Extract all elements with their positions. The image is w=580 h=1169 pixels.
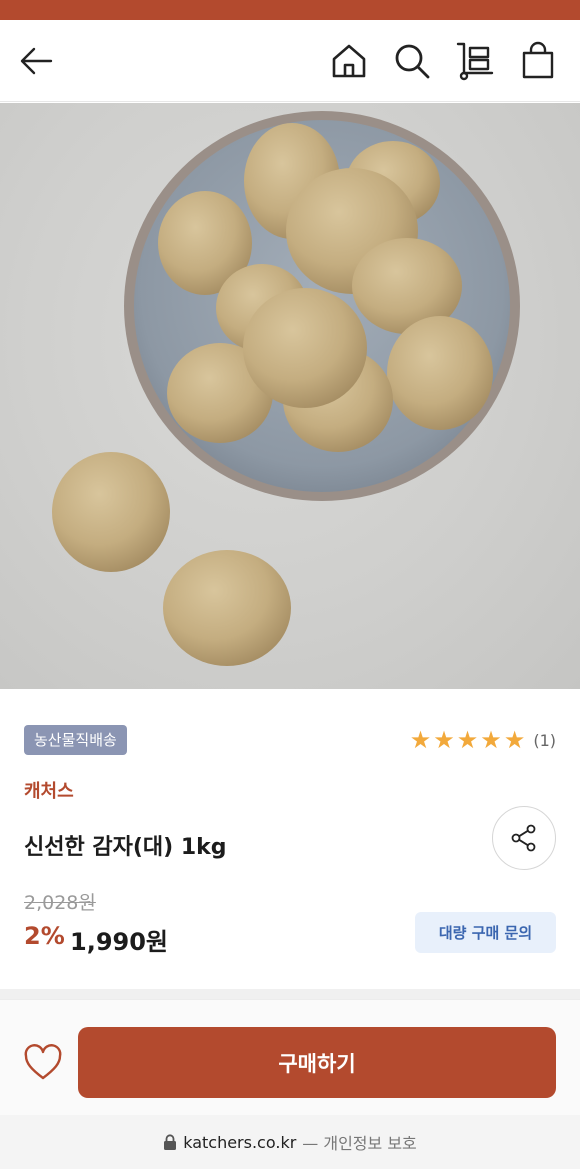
star-icon: ★ xyxy=(503,726,526,754)
share-icon xyxy=(511,824,536,852)
status-strip xyxy=(0,0,580,20)
rating[interactable]: ★ ★ ★ ★ ★ (1) xyxy=(410,726,556,754)
top-navigation-bar xyxy=(0,20,580,102)
privacy-label: — 개인정보 보호 xyxy=(302,1134,417,1153)
star-icon: ★ xyxy=(480,726,502,754)
search-icon[interactable] xyxy=(389,38,435,84)
seller-name[interactable]: 캐처스 xyxy=(24,777,74,803)
buy-button[interactable]: 구매하기 xyxy=(78,1027,556,1098)
heart-icon[interactable] xyxy=(20,1040,66,1086)
cart-icon[interactable] xyxy=(452,38,498,84)
product-info: 농산물직배송 ★ ★ ★ ★ ★ (1) 캐처스 신선한 감자(대) 1kg 2… xyxy=(0,689,580,989)
review-count: (1) xyxy=(533,730,556,750)
url-domain: katchers.co.kr xyxy=(183,1132,297,1152)
sale-price: 1,990원 xyxy=(70,928,168,956)
direct-shipping-badge: 농산물직배송 xyxy=(24,725,127,755)
shopping-bag-icon[interactable] xyxy=(515,38,561,84)
product-title: 신선한 감자(대) 1kg xyxy=(24,835,227,860)
original-price: 2,028원 xyxy=(24,892,96,914)
browser-url-bar[interactable]: katchers.co.kr — 개인정보 보호 xyxy=(0,1115,580,1169)
bulk-inquiry-button[interactable]: 대량 구매 문의 xyxy=(415,912,556,953)
star-icon: ★ xyxy=(409,726,432,754)
lock-icon xyxy=(163,1134,177,1150)
back-arrow-icon[interactable] xyxy=(14,38,60,84)
product-image[interactable] xyxy=(0,103,580,689)
star-icon: ★ xyxy=(433,726,455,754)
purchase-bar: 구매하기 xyxy=(0,999,580,1115)
share-button[interactable] xyxy=(492,806,556,870)
star-icon: ★ xyxy=(456,726,479,754)
discount-rate: 2% xyxy=(24,922,65,950)
section-divider xyxy=(0,989,580,999)
home-icon[interactable] xyxy=(326,38,372,84)
